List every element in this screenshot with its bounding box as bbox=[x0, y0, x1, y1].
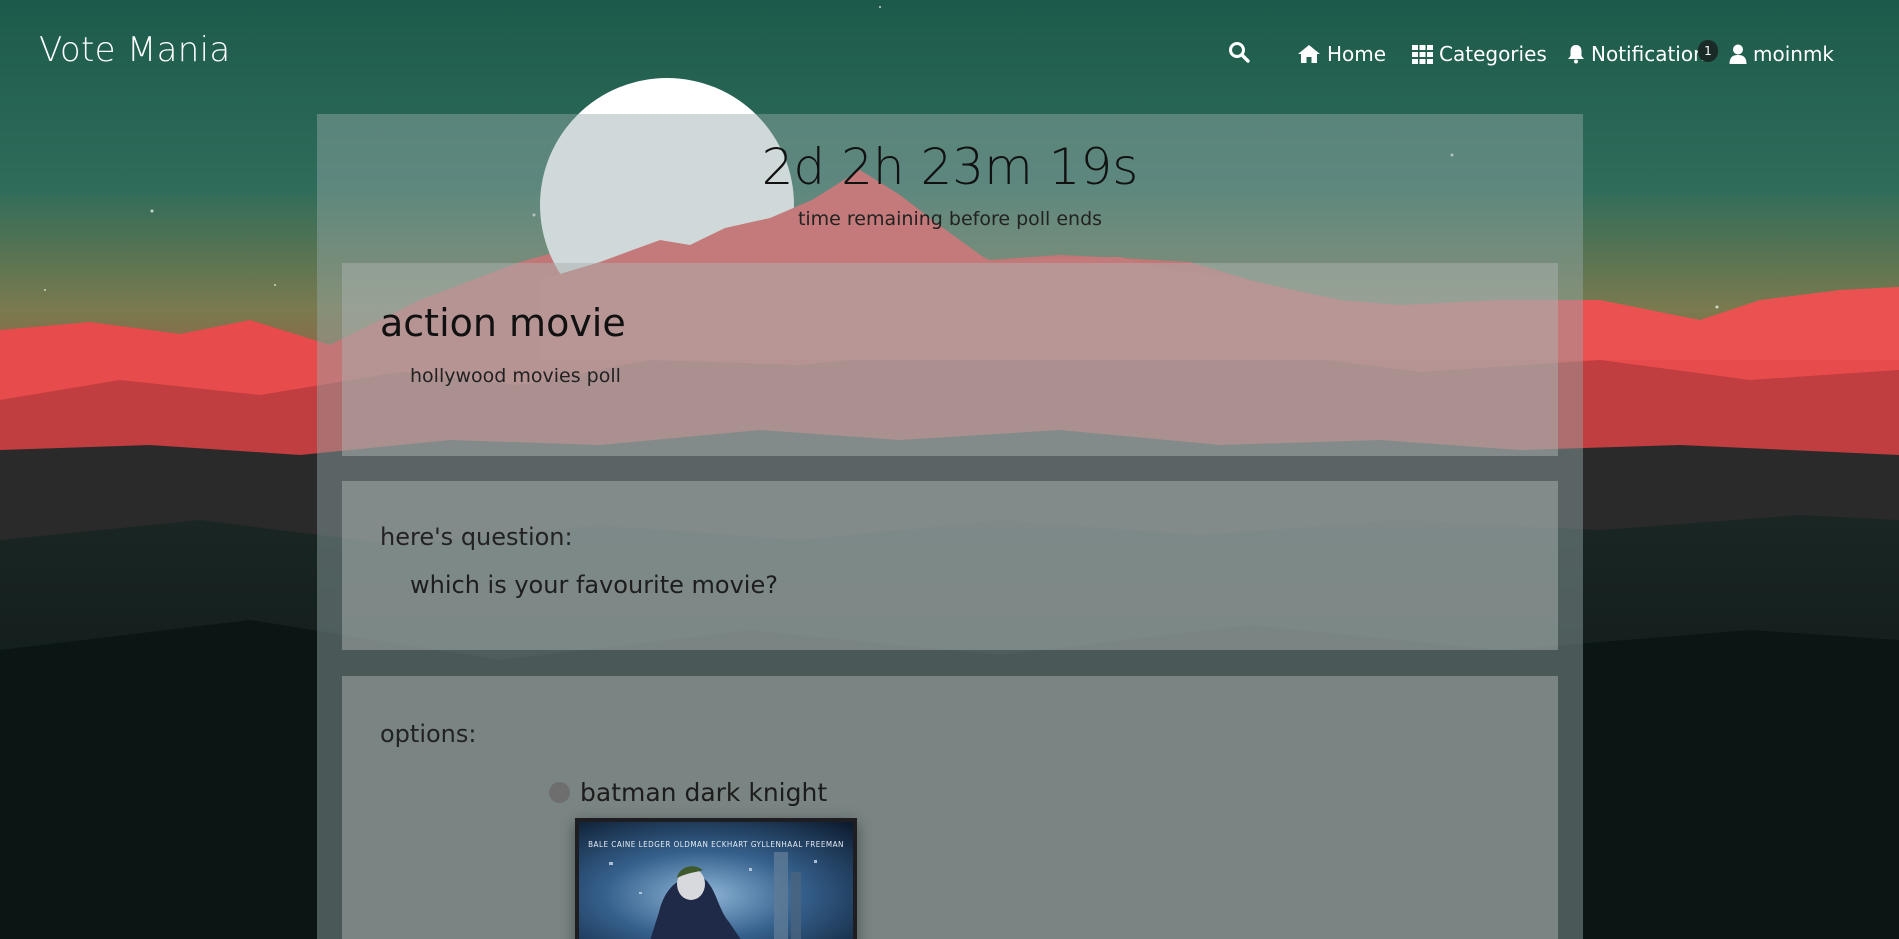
poll-title: action movie bbox=[380, 301, 626, 345]
nav-notification-label: Notification bbox=[1591, 42, 1706, 66]
nav-notification-link[interactable]: Notification bbox=[1567, 40, 1706, 68]
notification-count-badge: 1 bbox=[1698, 40, 1718, 62]
nav-user-link[interactable]: moinmk bbox=[1729, 40, 1834, 68]
options-label: options: bbox=[380, 720, 477, 748]
option-radio-button[interactable] bbox=[549, 782, 570, 803]
option-label: batman dark knight bbox=[580, 778, 828, 807]
nav-categories-link[interactable]: Categories bbox=[1412, 40, 1547, 68]
search-icon[interactable] bbox=[1227, 40, 1253, 66]
option-radio-row[interactable]: batman dark knight bbox=[549, 778, 827, 807]
options-panel: options: batman dark knight BALE CAINE L… bbox=[342, 676, 1558, 939]
home-icon bbox=[1297, 44, 1321, 64]
nav-home-label: Home bbox=[1327, 42, 1387, 66]
top-navbar: Vote Mania Home Categories Notification … bbox=[0, 0, 1899, 108]
poster-credits: BALE CAINE LEDGER OLDMAN ECKHART GYLLENH… bbox=[588, 840, 844, 849]
user-icon bbox=[1729, 44, 1747, 64]
brand-logo[interactable]: Vote Mania bbox=[39, 30, 230, 70]
poll-container: 2d 2h 23m 19s time remaining before poll… bbox=[317, 114, 1583, 939]
movie-poster-image: BALE CAINE LEDGER OLDMAN ECKHART GYLLENH… bbox=[575, 818, 857, 939]
nav-home-link[interactable]: Home bbox=[1297, 40, 1386, 68]
bell-icon bbox=[1567, 44, 1585, 64]
poll-header-panel: action movie hollywood movies poll bbox=[342, 263, 1558, 456]
countdown-timer: 2d 2h 23m 19s bbox=[761, 138, 1139, 196]
nav-categories-label: Categories bbox=[1439, 42, 1547, 66]
nav-user-label: moinmk bbox=[1753, 42, 1835, 66]
grid-icon bbox=[1412, 44, 1433, 64]
question-panel: here's question: which is your favourite… bbox=[342, 481, 1558, 650]
poll-category: hollywood movies poll bbox=[410, 365, 621, 387]
countdown-caption: time remaining before poll ends bbox=[797, 208, 1103, 230]
question-text: which is your favourite movie? bbox=[410, 571, 778, 599]
question-label: here's question: bbox=[380, 523, 573, 551]
